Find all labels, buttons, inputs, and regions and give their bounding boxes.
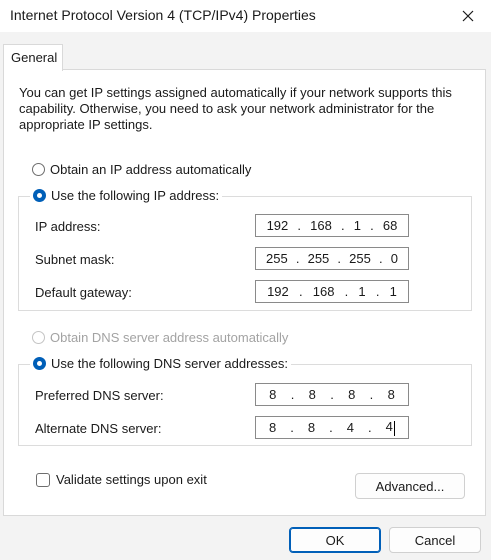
- subnet-mask-input[interactable]: 255. 255. 255. 0: [255, 247, 409, 270]
- tab-general-label: General: [11, 50, 58, 65]
- radio-unchecked-icon: [32, 163, 45, 176]
- octet-separator: .: [368, 420, 372, 435]
- octet-separator: .: [375, 284, 380, 299]
- octet-separator: .: [290, 387, 295, 402]
- octet-3: 8: [348, 387, 356, 402]
- octet-3: 255: [349, 251, 371, 266]
- octet-separator: .: [341, 218, 345, 233]
- subnet-mask-label: Subnet mask:: [35, 252, 115, 267]
- octet-2: 168: [310, 218, 332, 233]
- cancel-button[interactable]: Cancel: [389, 527, 481, 553]
- obtain-dns-auto-radio[interactable]: Obtain DNS server address automatically: [32, 330, 288, 345]
- octet-separator: .: [329, 420, 333, 435]
- octet-1: 192: [266, 218, 289, 233]
- use-following-ip-label: Use the following IP address:: [51, 188, 220, 203]
- octet-separator: .: [330, 387, 334, 402]
- use-following-dns-label: Use the following DNS server addresses:: [51, 356, 288, 371]
- octet-4: 8: [387, 387, 395, 402]
- octet-1: 8: [269, 420, 277, 435]
- octet-2: 168: [312, 284, 335, 299]
- ip-address-input[interactable]: 192. 168. 1. 68: [255, 214, 409, 237]
- octet-separator: .: [369, 387, 374, 402]
- octet-separator: .: [290, 420, 294, 435]
- radio-checked-icon: [33, 189, 46, 202]
- octet-separator: .: [378, 251, 383, 266]
- alternate-dns-input[interactable]: 8. 8. 4. 4: [255, 416, 409, 439]
- ok-button[interactable]: OK: [289, 527, 381, 553]
- octet-4: 1: [389, 284, 397, 299]
- title-bar: Internet Protocol Version 4 (TCP/IPv4) P…: [0, 0, 491, 32]
- advanced-button[interactable]: Advanced...: [355, 473, 465, 499]
- obtain-ip-auto-label: Obtain an IP address automatically: [50, 162, 252, 177]
- obtain-ip-auto-radio[interactable]: Obtain an IP address automatically: [32, 162, 251, 177]
- obtain-dns-auto-label: Obtain DNS server address automatically: [50, 330, 289, 345]
- octet-3: 1: [358, 284, 366, 299]
- octet-4: 68: [382, 218, 398, 233]
- default-gateway-input[interactable]: 192. 168. 1. 1: [255, 280, 409, 303]
- close-icon: [462, 10, 474, 22]
- octet-separator: .: [344, 284, 349, 299]
- general-panel: You can get IP settings assigned automat…: [3, 69, 486, 516]
- octet-separator: .: [297, 218, 302, 233]
- octet-separator: .: [370, 218, 374, 233]
- octet-1: 255: [266, 251, 288, 266]
- octet-1: 8: [269, 387, 277, 402]
- tab-general[interactable]: General: [3, 44, 63, 71]
- octet-separator: .: [298, 284, 303, 299]
- ip-address-label: IP address:: [35, 219, 101, 234]
- preferred-dns-input[interactable]: 8. 8. 8. 8: [255, 383, 409, 406]
- validate-settings-label: Validate settings upon exit: [56, 472, 207, 487]
- octet-3: 4: [346, 420, 355, 435]
- octet-4: 4: [385, 419, 393, 435]
- close-button[interactable]: [451, 2, 485, 30]
- default-gateway-label: Default gateway:: [35, 285, 132, 300]
- description-text: You can get IP settings assigned automat…: [19, 85, 452, 132]
- octet-1: 192: [267, 284, 289, 299]
- validate-settings-checkbox[interactable]: Validate settings upon exit: [36, 472, 207, 487]
- octet-4: 0: [390, 251, 398, 266]
- octet-2: 8: [308, 387, 316, 402]
- octet-2: 8: [307, 420, 316, 435]
- window-title: Internet Protocol Version 4 (TCP/IPv4) P…: [10, 7, 316, 23]
- use-following-dns-radio[interactable]: Use the following DNS server addresses:: [30, 356, 291, 371]
- preferred-dns-label: Preferred DNS server:: [35, 388, 164, 403]
- checkbox-unchecked-icon: [36, 472, 50, 487]
- octet-2: 255: [307, 251, 330, 266]
- octet-separator: .: [295, 251, 300, 266]
- octet-separator: .: [337, 251, 342, 266]
- use-following-ip-radio[interactable]: Use the following IP address:: [30, 188, 223, 203]
- alternate-dns-label: Alternate DNS server:: [35, 421, 162, 436]
- octet-3: 1: [353, 218, 362, 233]
- radio-checked-icon: [33, 357, 46, 370]
- text-cursor: [393, 420, 395, 436]
- radio-disabled-icon: [32, 331, 45, 344]
